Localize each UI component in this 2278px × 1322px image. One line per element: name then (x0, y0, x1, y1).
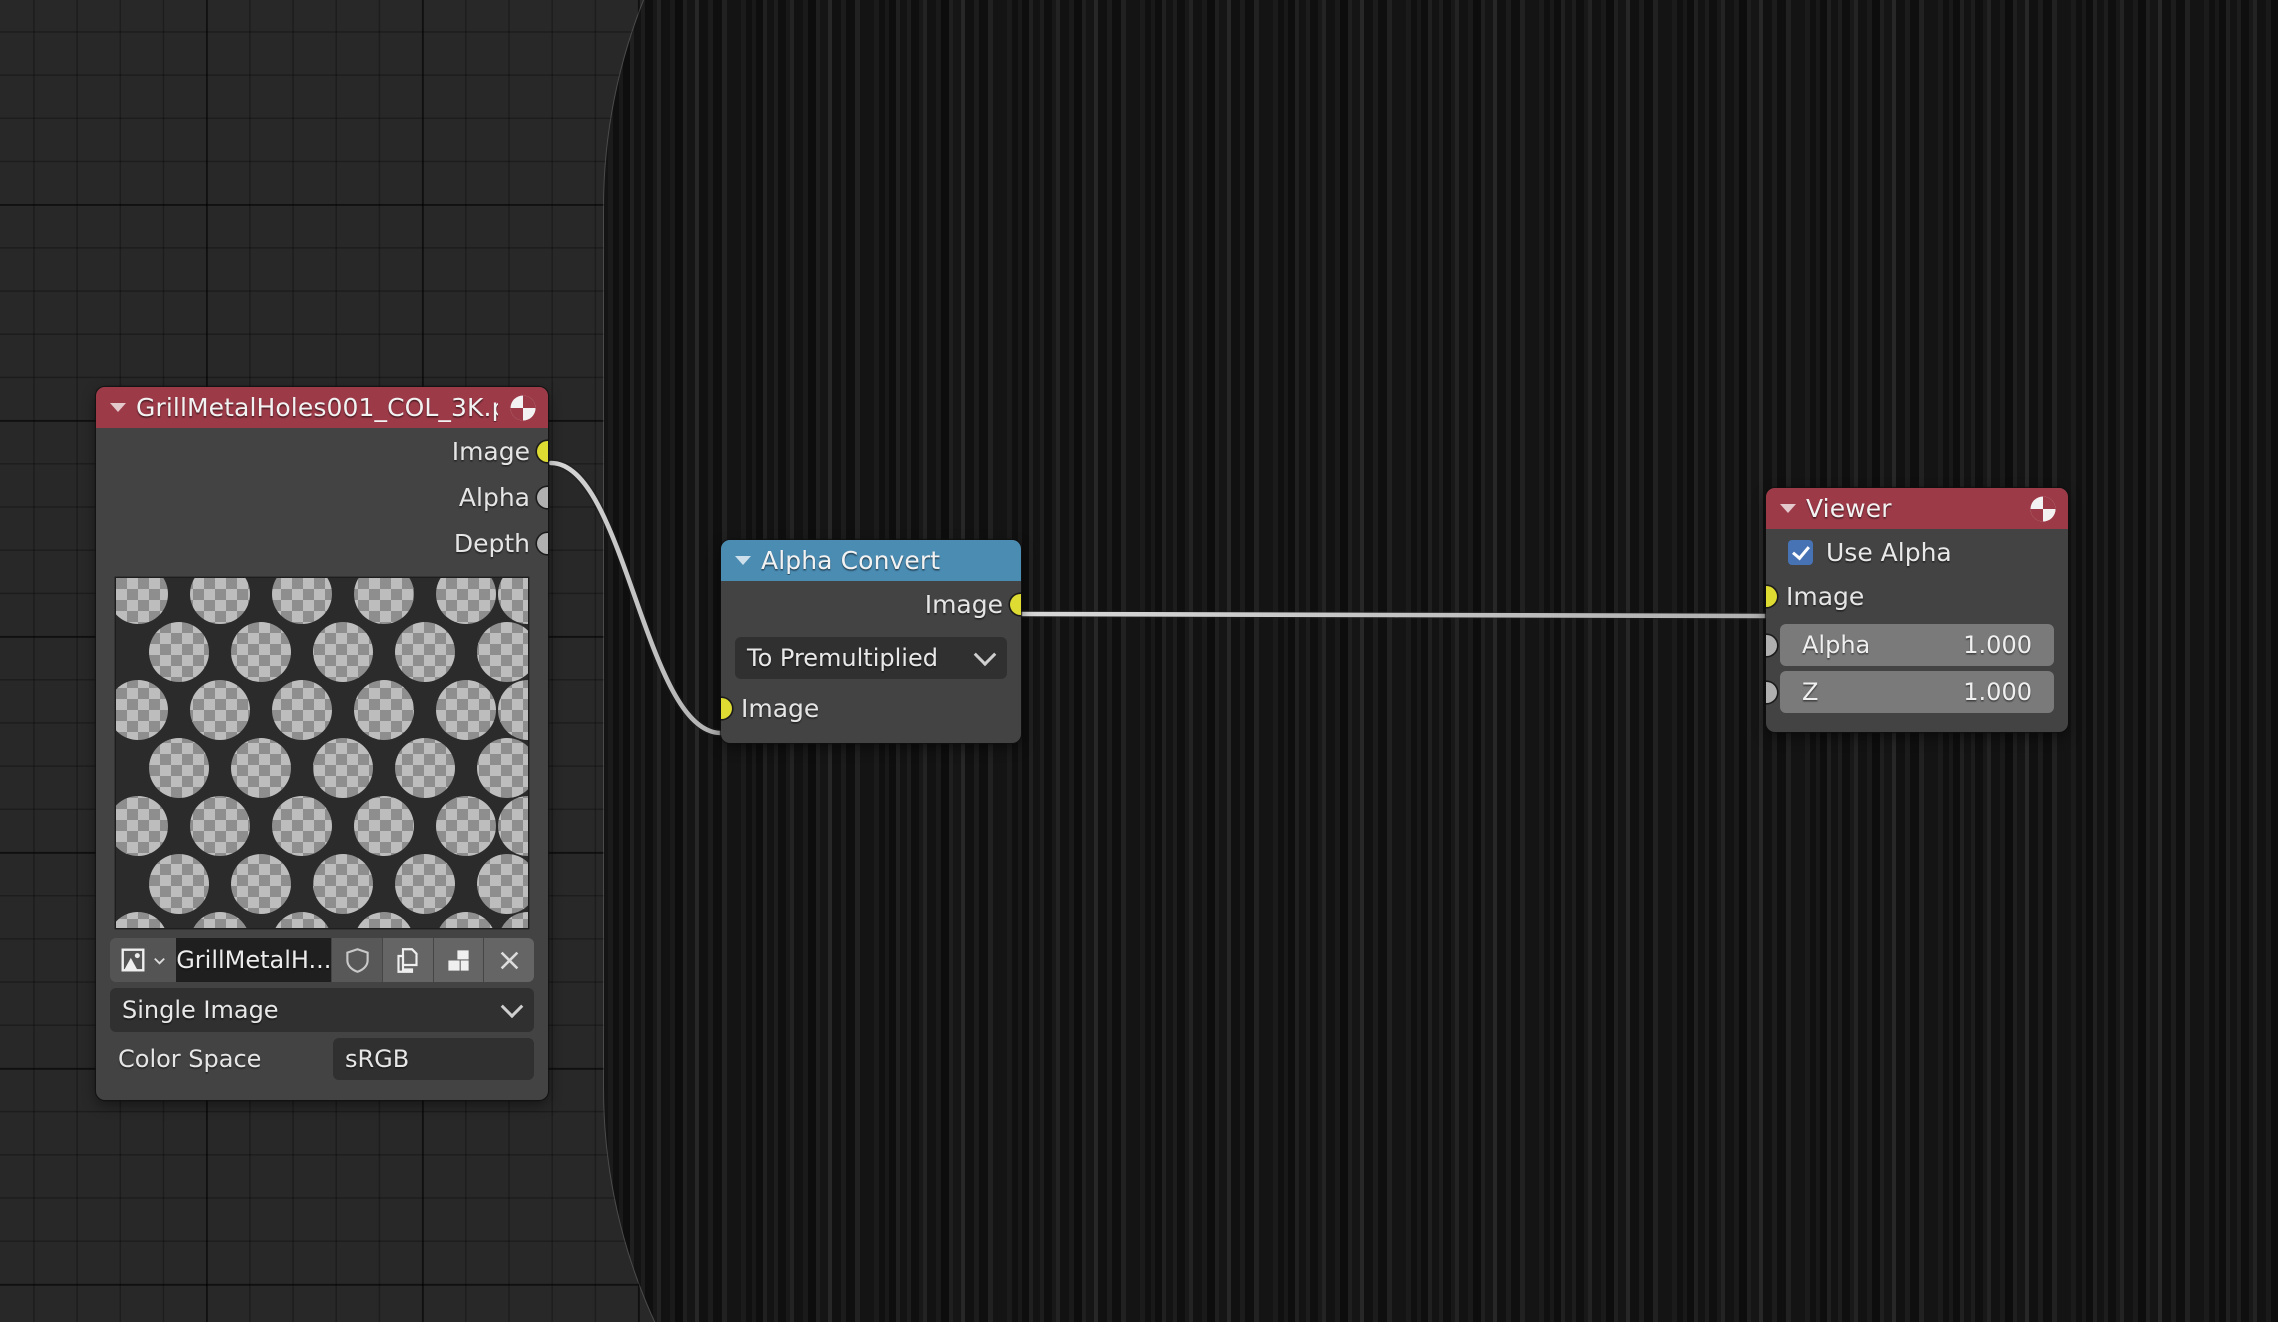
color-space-dropdown[interactable]: sRGB (333, 1038, 534, 1080)
node-image-footer-pad (96, 1086, 548, 1100)
node-viewer-header[interactable]: Viewer (1766, 488, 2068, 529)
socket-alpha-in[interactable] (1766, 635, 1777, 656)
color-space-label: Color Space (118, 1045, 262, 1073)
alpha-convert-mode-dropdown[interactable]: To Premultiplied (735, 637, 1007, 679)
alpha-convert-mode-value: To Premultiplied (747, 644, 938, 672)
image-source-dropdown[interactable]: Single Image (110, 988, 534, 1032)
viewer-z-value: 1.000 (1963, 678, 2032, 706)
image-name-field[interactable]: GrillMetalH... (176, 938, 332, 982)
chevron-down-icon (152, 953, 167, 968)
image-browse-icon (120, 947, 146, 973)
output-label-image: Image (924, 589, 1003, 619)
node-viewer-footer-pad (1766, 718, 2068, 732)
package-icon (445, 947, 472, 974)
new-image-button[interactable] (382, 938, 433, 982)
node-alpha-convert[interactable]: Alpha Convert Image To Premultiplied Ima… (721, 540, 1021, 743)
collapse-triangle-icon[interactable] (1780, 504, 1796, 513)
node-alpha-convert-input-image[interactable]: Image (721, 685, 1021, 731)
node-alpha-convert-footer-pad (721, 731, 1021, 743)
viewer-z-input-wrap: Z 1.000 (1766, 671, 2068, 713)
output-label-alpha: Alpha (458, 482, 530, 512)
viewer-alpha-input-wrap: Alpha 1.000 (1766, 624, 2068, 666)
node-image-header[interactable]: GrillMetalHoles001_COL_3K.p... (96, 387, 548, 428)
viewer-alpha-label: Alpha (1802, 631, 1871, 659)
socket-depth-out[interactable] (537, 532, 548, 554)
collapse-triangle-icon[interactable] (735, 556, 751, 565)
unlink-image-button[interactable] (483, 938, 534, 982)
image-source-value: Single Image (122, 996, 279, 1024)
node-image-output-alpha[interactable]: Alpha (96, 474, 548, 520)
socket-image-in[interactable] (721, 697, 732, 719)
color-space-row: Color Space sRGB (110, 1038, 534, 1080)
node-viewer-input-image[interactable]: Image (1766, 573, 2068, 619)
node-viewer-body: Use Alpha Image Alpha 1.000 Z 1.000 (1766, 529, 2068, 732)
image-datablock-strip[interactable]: GrillMetalH... (110, 938, 534, 982)
copy-icon (394, 947, 421, 974)
socket-image-in[interactable] (1766, 585, 1777, 607)
node-image[interactable]: GrillMetalHoles001_COL_3K.p... Image Alp… (96, 387, 548, 1100)
image-node-icon (508, 393, 538, 423)
socket-z-in[interactable] (1766, 682, 1777, 703)
image-preview-thumbnail[interactable] (116, 578, 528, 928)
image-preview-mesh (116, 578, 528, 928)
chevron-down-icon (500, 995, 524, 1019)
node-editor-canvas[interactable]: GrillMetalHoles001_COL_3K.p... Image Alp… (0, 0, 2278, 1322)
chevron-down-icon (973, 643, 997, 667)
use-alpha-checkbox[interactable] (1788, 540, 1813, 565)
close-icon (496, 947, 523, 974)
viewer-z-label: Z (1802, 678, 1819, 706)
node-viewer[interactable]: Viewer Use Alpha Image Alpha 1.000 Z 1.0… (1766, 488, 2068, 732)
viewer-alpha-value-field[interactable]: Alpha 1.000 (1780, 624, 2054, 666)
node-alpha-convert-output-image[interactable]: Image (721, 581, 1021, 627)
node-viewer-title: Viewer (1806, 494, 1892, 523)
shield-icon (344, 947, 371, 974)
use-alpha-row[interactable]: Use Alpha (1766, 529, 2068, 573)
input-label-image: Image (1786, 581, 1865, 611)
viewer-alpha-value: 1.000 (1963, 631, 2032, 659)
socket-alpha-out[interactable] (537, 486, 548, 508)
input-label-image: Image (741, 693, 820, 723)
node-alpha-convert-title: Alpha Convert (761, 546, 941, 575)
node-image-body: Image Alpha Depth GrillMetalH... Single … (96, 428, 548, 1100)
collapse-triangle-icon[interactable] (110, 403, 126, 412)
output-label-depth: Depth (453, 528, 530, 558)
node-image-title: GrillMetalHoles001_COL_3K.p... (136, 393, 498, 422)
output-label-image: Image (451, 436, 530, 466)
node-image-output-image[interactable]: Image (96, 428, 548, 474)
viewer-z-value-field[interactable]: Z 1.000 (1780, 671, 2054, 713)
socket-image-out[interactable] (537, 440, 548, 462)
color-space-value: sRGB (345, 1045, 410, 1073)
node-alpha-convert-header[interactable]: Alpha Convert (721, 540, 1021, 581)
use-alpha-label: Use Alpha (1826, 538, 1952, 567)
node-alpha-convert-body: Image To Premultiplied Image (721, 581, 1021, 743)
pack-image-button[interactable] (432, 938, 484, 982)
fake-user-button[interactable] (331, 938, 383, 982)
node-image-output-depth[interactable]: Depth (96, 520, 548, 566)
image-browse-button[interactable] (110, 938, 177, 982)
compositing-viewer-icon (2028, 494, 2058, 524)
socket-image-out[interactable] (1010, 593, 1021, 615)
